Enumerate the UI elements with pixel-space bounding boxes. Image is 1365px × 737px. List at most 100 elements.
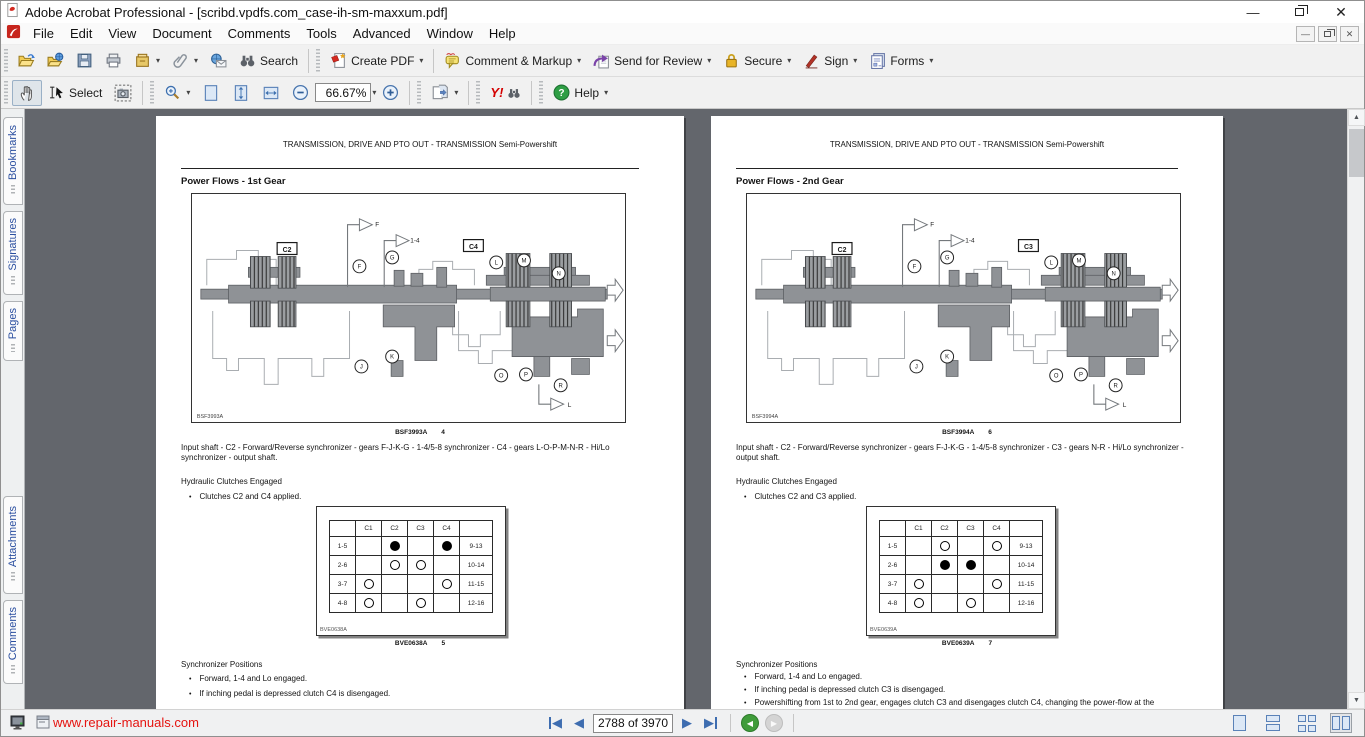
email-button[interactable]	[204, 48, 233, 74]
clutch-available-circle	[940, 541, 950, 551]
page-display-button[interactable]: ▾	[425, 80, 464, 106]
gear-range-label: 3-7	[880, 575, 906, 594]
print-button[interactable]	[99, 48, 128, 74]
menu-items: FileEditViewDocumentCommentsToolsAdvance…	[25, 25, 524, 43]
open-button[interactable]	[12, 48, 41, 74]
next-view-button[interactable]: ▶	[765, 714, 783, 732]
attach-button[interactable]: ▾	[166, 48, 204, 74]
zoom-out-button[interactable]	[286, 80, 315, 106]
dropdown-arrow-icon: ▾	[577, 56, 581, 65]
secure-button[interactable]: Secure ▾	[717, 48, 797, 74]
sidebar-tab-bookmarks[interactable]: Bookmarks	[3, 117, 23, 205]
clutch-cell	[984, 556, 1010, 575]
monitor-icon[interactable]	[9, 714, 27, 737]
callout-letter: K	[945, 355, 949, 361]
window-title: Adobe Acrobat Professional - [scribd.vpd…	[25, 5, 448, 20]
restore-button[interactable]	[1284, 3, 1314, 21]
next-page-button[interactable]: ▶	[679, 715, 695, 731]
comment-markup-button[interactable]: Comment & Markup ▾	[438, 48, 587, 74]
menu-file[interactable]: File	[25, 24, 62, 43]
doc-close-button[interactable]: ✕	[1340, 26, 1359, 42]
table-row: 2-610-14	[330, 556, 493, 575]
clutch-column-header: C2	[932, 521, 958, 537]
send-for-review-button[interactable]: Send for Review ▾	[587, 48, 717, 74]
menu-window[interactable]: Window	[419, 24, 481, 43]
doc-minimize-button[interactable]: —	[1296, 26, 1315, 42]
toolbar-grip[interactable]	[316, 49, 320, 73]
select-tool-button[interactable]: Select	[42, 80, 108, 106]
fit-height-button[interactable]	[226, 80, 256, 106]
dropdown-arrow-icon: ▾	[604, 88, 608, 97]
menu-edit[interactable]: Edit	[62, 24, 100, 43]
forms-button[interactable]: Forms ▾	[863, 48, 939, 74]
save-button[interactable]	[70, 48, 99, 74]
page-number-input[interactable]: 2788 of 3970	[593, 714, 673, 733]
sidebar-tab-pages[interactable]: Pages	[3, 301, 23, 361]
menu-help[interactable]: Help	[481, 24, 524, 43]
doc-restore-button[interactable]	[1318, 26, 1337, 42]
sidebar-tab-signatures[interactable]: Signatures	[3, 211, 23, 295]
snapshot-button[interactable]	[108, 80, 138, 106]
document-area[interactable]: TRANSMISSION, DRIVE AND PTO OUT - TRANSM…	[25, 109, 1347, 709]
organizer-button[interactable]: ▾	[128, 48, 166, 74]
gear-range-label: 2-6	[330, 556, 356, 575]
menu-advanced[interactable]: Advanced	[345, 24, 419, 43]
scroll-up-button[interactable]: ▲	[1348, 109, 1365, 126]
dropdown-arrow-icon: ▾	[156, 56, 160, 65]
menu-document[interactable]: Document	[144, 24, 219, 43]
toolbar-grip[interactable]	[417, 81, 421, 105]
toolbar-grip[interactable]	[539, 81, 543, 105]
continuous-facing-layout-button[interactable]	[1296, 713, 1318, 733]
clutch-cell	[932, 537, 958, 556]
create-pdf-button[interactable]: Create PDF ▾	[324, 48, 429, 74]
figure-code: BSF3993A	[395, 429, 427, 436]
callout-letter: O	[499, 374, 504, 380]
last-page-button[interactable]: ▶	[701, 715, 720, 731]
zoom-tool-button[interactable]: ▾	[158, 80, 196, 106]
toolbar-grip[interactable]	[4, 49, 8, 73]
clutch-cell	[408, 556, 434, 575]
site-link[interactable]: www.repair-manuals.com	[53, 715, 199, 730]
clutch-cell	[408, 594, 434, 613]
clutch-available-circle	[364, 579, 374, 589]
sync-bullet: If inching pedal is depressed clutch C3 …	[744, 685, 945, 694]
open-web-button[interactable]	[41, 48, 70, 74]
previous-view-button[interactable]: ◀	[741, 714, 759, 732]
menu-tools[interactable]: Tools	[298, 24, 344, 43]
scrollbar-thumb[interactable]	[1349, 129, 1364, 177]
comment-markup-icon	[444, 52, 461, 69]
hand-tool-button[interactable]	[12, 80, 42, 106]
close-button[interactable]: ✕	[1326, 3, 1356, 21]
first-page-button[interactable]: ◀	[546, 715, 565, 731]
menu-comments[interactable]: Comments	[220, 24, 299, 43]
scroll-down-button[interactable]: ▼	[1348, 692, 1365, 709]
clutch-label: C2	[283, 247, 292, 254]
sidebar-tab-comments[interactable]: Comments	[3, 600, 23, 684]
vertical-scrollbar[interactable]: ▲ ▼	[1347, 109, 1364, 709]
previous-page-button[interactable]: ◀	[571, 715, 587, 731]
toolbar-grip[interactable]	[476, 81, 480, 105]
help-button[interactable]: ? Help ▾	[547, 80, 614, 106]
menu-view[interactable]: View	[100, 24, 144, 43]
toolbar-grip[interactable]	[4, 81, 8, 105]
fit-width-button[interactable]	[256, 80, 286, 106]
sidebar-tab-attachments[interactable]: Attachments	[3, 496, 23, 594]
sign-button[interactable]: Sign ▾	[797, 48, 863, 74]
select-label: Select	[69, 86, 102, 100]
minimize-button[interactable]: —	[1238, 3, 1268, 21]
single-page-layout-button[interactable]	[1228, 713, 1250, 733]
file-toolbar: ▾ ▾ Search Create PDF ▾ Comment & Markup…	[1, 45, 1364, 77]
search-button[interactable]: Search	[233, 48, 304, 74]
clutch-column-header: C2	[382, 521, 408, 537]
clutch-available-circle	[914, 598, 924, 608]
fit-page-button[interactable]	[196, 80, 226, 106]
toolbar-grip[interactable]	[150, 81, 154, 105]
clutch-cell	[382, 537, 408, 556]
zoom-level-input[interactable]: 66.67%	[315, 83, 371, 102]
continuous-layout-button[interactable]	[1262, 713, 1284, 733]
clutch-column-header: C1	[906, 521, 932, 537]
facing-layout-button[interactable]	[1330, 713, 1352, 733]
yahoo-search-button[interactable]: Y!	[484, 80, 527, 106]
zoom-in-button[interactable]	[376, 80, 405, 106]
window-icon[interactable]	[35, 714, 51, 735]
